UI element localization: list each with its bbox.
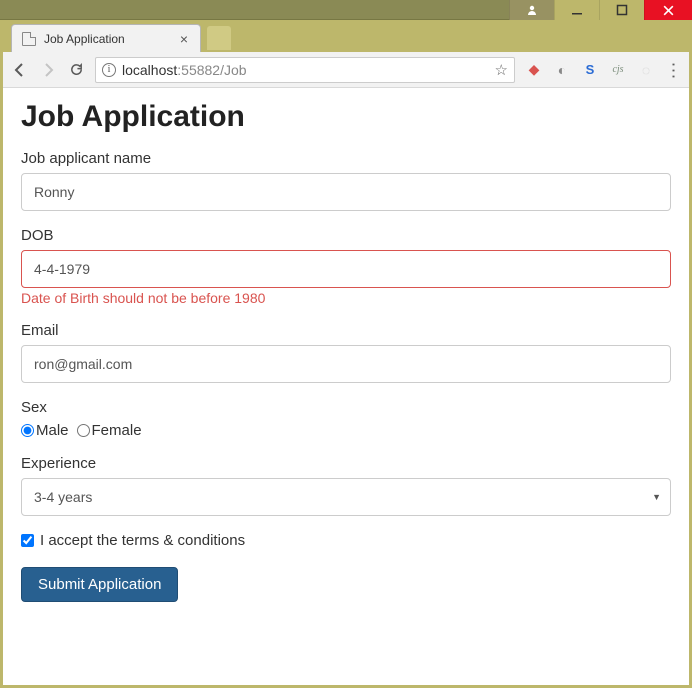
tab-strip: Job Application × [3,20,689,52]
sex-option-female[interactable]: Female [77,422,142,439]
extension-icon-1[interactable]: ◆ [525,61,543,79]
extension-icon-5[interactable]: ◌ [637,61,655,79]
url-host: localhost:55882/Job [122,62,247,78]
field-terms[interactable]: I accept the terms & conditions [21,532,671,549]
bookmark-star-icon[interactable]: ☆ [495,61,508,79]
browser-chrome: Job Application × i localhost:55882/Job … [0,20,692,688]
titlebar [0,0,692,20]
app-window: Job Application × i localhost:55882/Job … [0,0,692,688]
name-input[interactable] [21,173,671,211]
minimize-button[interactable] [554,0,599,20]
sex-option-male[interactable]: Male [21,422,69,439]
extension-icon-2[interactable]: ◐ [553,61,571,79]
page-title: Job Application [21,100,671,134]
maximize-button[interactable] [599,0,644,20]
forward-button[interactable] [39,61,57,79]
site-info-icon[interactable]: i [102,63,116,77]
browser-tab[interactable]: Job Application × [11,24,201,52]
field-name: Job applicant name [21,150,671,211]
terms-checkbox[interactable] [21,534,34,547]
submit-button[interactable]: Submit Application [21,567,178,602]
sex-label: Sex [21,399,671,416]
extension-icon-3[interactable]: S [581,61,599,79]
dob-error-message: Date of Birth should not be before 1980 [21,290,671,306]
experience-select[interactable]: 3-4 years [21,478,671,516]
dob-label: DOB [21,227,671,244]
page-content: Job Application Job applicant name DOB D… [3,88,689,685]
user-icon[interactable] [509,0,554,20]
name-label: Job applicant name [21,150,671,167]
email-label: Email [21,322,671,339]
dob-input[interactable] [21,250,671,288]
field-dob: DOB Date of Birth should not be before 1… [21,227,671,306]
tab-close-icon[interactable]: × [178,31,190,47]
sex-radio-female[interactable] [77,424,90,437]
terms-label: I accept the terms & conditions [40,532,245,549]
back-button[interactable] [11,61,29,79]
sex-radio-male[interactable] [21,424,34,437]
tab-title: Job Application [44,32,125,46]
browser-toolbar: i localhost:55882/Job ☆ ◆ ◐ S cjs ◌ ⋯ [3,52,689,88]
window-controls [509,0,692,20]
reload-button[interactable] [67,61,85,79]
field-sex: Sex Male Female [21,399,671,439]
field-experience: Experience 3-4 years [21,455,671,516]
experience-label: Experience [21,455,671,472]
close-button[interactable] [644,0,692,20]
address-bar[interactable]: i localhost:55882/Job ☆ [95,57,515,83]
email-input[interactable] [21,345,671,383]
titlebar-caption [0,0,509,20]
page-icon [22,32,36,46]
field-email: Email [21,322,671,383]
extension-icon-cjs[interactable]: cjs [609,61,627,79]
browser-menu-button[interactable]: ⋯ [663,62,684,78]
new-tab-button[interactable] [207,26,231,50]
